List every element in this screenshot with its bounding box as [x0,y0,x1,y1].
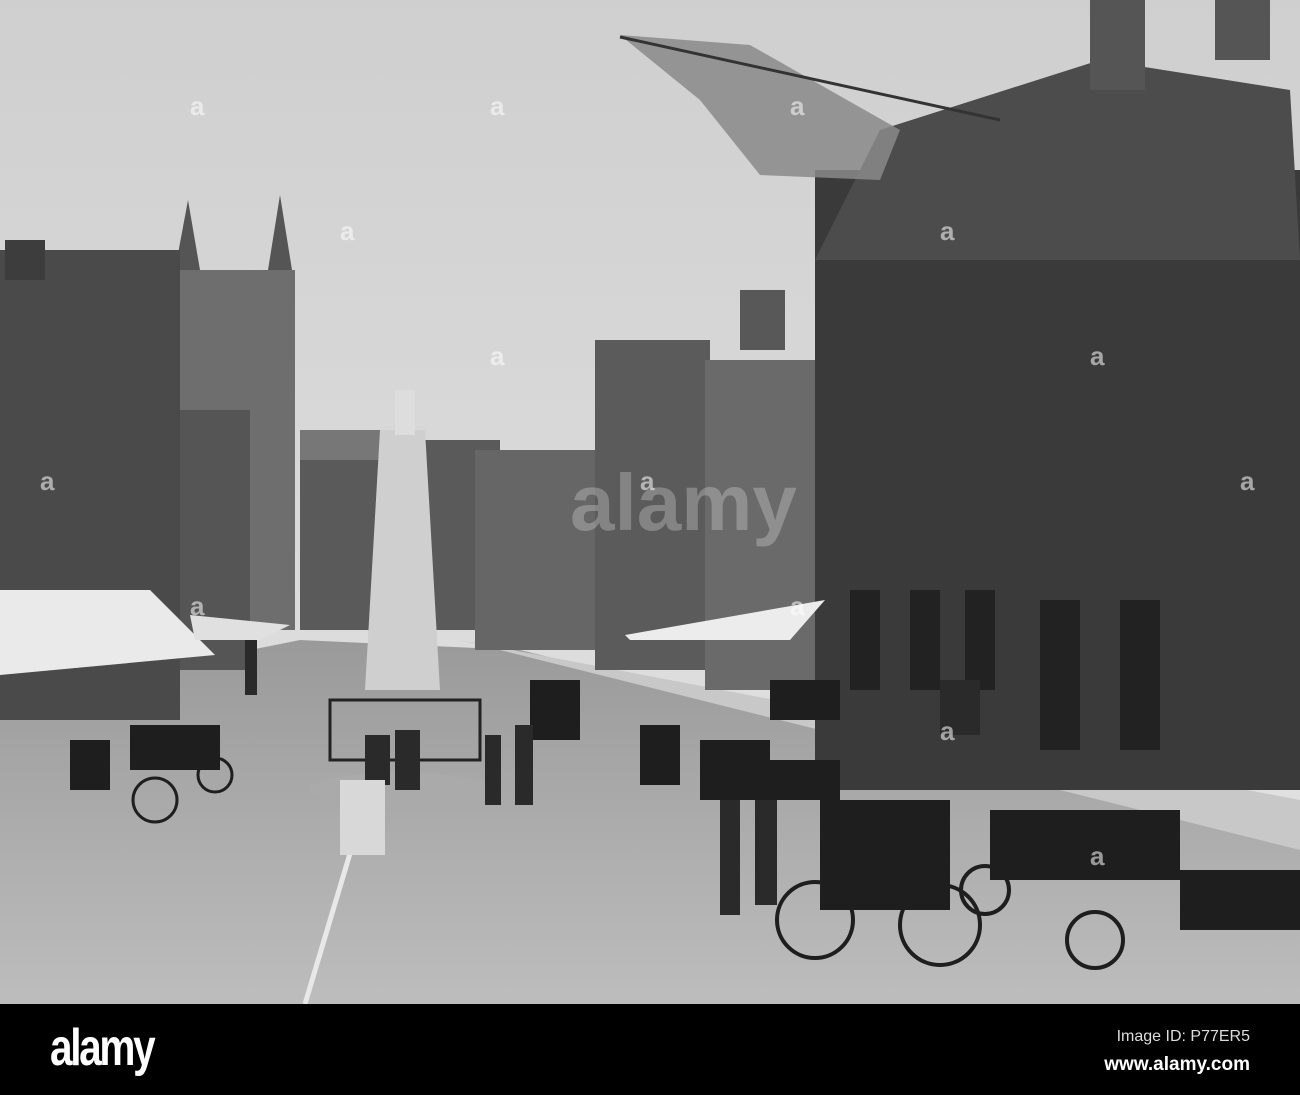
svg-text:a: a [1090,841,1105,871]
svg-text:a: a [490,91,505,121]
website-link: www.alamy.com [1104,1054,1250,1075]
street-photograph: aaa aaa aaa a aa aa alamy [0,0,1300,1004]
svg-text:alamy: alamy [570,458,797,547]
svg-text:a: a [790,91,805,121]
svg-text:a: a [340,216,355,246]
image-id: Image ID: P77ER5 [1116,1028,1250,1045]
svg-text:a: a [490,341,505,371]
svg-text:a: a [190,591,205,621]
footer-bar: alamy Image ID: P77ER5 www.alamy.com [0,1004,1300,1095]
svg-text:a: a [1240,466,1255,496]
svg-text:a: a [40,466,55,496]
svg-text:a: a [940,716,955,746]
svg-text:a: a [190,91,205,121]
svg-text:a: a [790,591,805,621]
alamy-logo: alamy [50,1019,156,1077]
svg-text:a: a [1090,341,1105,371]
svg-text:a: a [940,216,955,246]
